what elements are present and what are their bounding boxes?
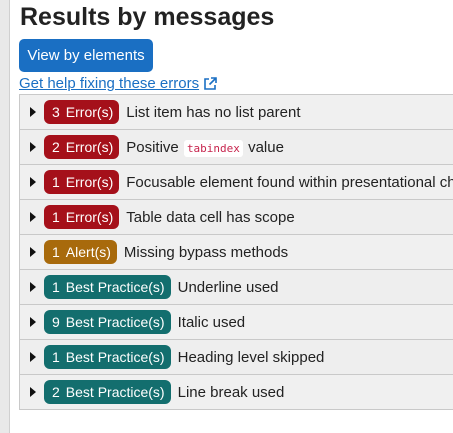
chevron-right-icon [30,317,36,327]
result-message: List item has no list parent [126,104,300,121]
result-row-heading-level-skipped[interactable]: 1 Best Practice(s) Heading level skipped [20,340,453,375]
message-text: Line break used [177,383,285,401]
badge-count: 1 [52,174,60,190]
result-row-positive-tabindex[interactable]: 2 Error(s) Positive tabindex value [20,130,453,165]
result-row-underline-used[interactable]: 1 Best Practice(s) Underline used [20,270,453,305]
external-link-icon [203,76,217,91]
badge-count: 2 [52,139,60,155]
help-link-label: Get help fixing these errors [19,75,200,92]
code-snippet: tabindex [183,139,243,157]
badge-count: 1 [52,349,60,365]
message-text: Table data cell has scope [126,208,295,226]
badge-count: 1 [52,209,60,225]
error-badge: 2 Error(s) [44,135,120,159]
badge-count: 3 [52,104,60,120]
badge-kind: Error(s) [65,139,114,155]
badge-kind: Best Practice(s) [65,279,165,295]
help-fixing-errors-link[interactable]: Get help fixing these errors [19,75,217,92]
result-row-list-item-no-parent[interactable]: 3 Error(s) List item has no list parent [20,95,453,130]
message-text-after: value [248,138,284,156]
page-title: Results by messages [20,3,275,31]
badge-kind: Error(s) [65,174,114,190]
chevron-right-icon [30,387,36,397]
best-practice-badge: 2 Best Practice(s) [44,380,171,404]
result-message: Line break used [178,384,285,401]
results-list: 3 Error(s) List item has no list parent 2… [19,94,453,410]
left-scroll-rail [0,0,10,433]
chevron-right-icon [30,107,36,117]
badge-count: 1 [52,279,60,295]
error-badge: 1 Error(s) [44,170,120,194]
result-message: Focusable element found within presentat… [126,174,453,191]
chevron-right-icon [30,247,36,257]
badge-kind: Alert(s) [65,244,111,260]
error-badge: 1 Error(s) [44,205,120,229]
message-text: List item has no list parent [126,103,301,121]
result-message: Positive tabindex value [126,138,284,157]
message-text: Positive [126,138,179,156]
message-text: Underline used [177,278,279,296]
error-badge: 3 Error(s) [44,100,120,124]
badge-kind: Error(s) [65,104,114,120]
message-text: Heading level skipped [177,348,325,366]
badge-kind: Best Practice(s) [65,314,165,330]
message-text: Italic used [177,313,246,331]
chevron-right-icon [30,177,36,187]
alert-badge: 1 Alert(s) [44,240,117,264]
best-practice-badge: 1 Best Practice(s) [44,345,171,369]
view-by-elements-button[interactable]: View by elements [19,39,153,72]
result-message: Underline used [178,279,279,296]
best-practice-badge: 9 Best Practice(s) [44,310,171,334]
result-message: Italic used [178,314,246,331]
badge-kind: Error(s) [65,209,114,225]
result-row-focusable-in-presentational[interactable]: 1 Error(s) Focusable element found within… [20,165,453,200]
result-row-table-cell-scope[interactable]: 1 Error(s) Table data cell has scope [20,200,453,235]
result-row-line-break-used[interactable]: 2 Best Practice(s) Line break used [20,375,453,410]
result-row-missing-bypass[interactable]: 1 Alert(s) Missing bypass methods [20,235,453,270]
result-row-italic-used[interactable]: 9 Best Practice(s) Italic used [20,305,453,340]
result-message: Missing bypass methods [124,244,288,261]
badge-kind: Best Practice(s) [65,349,165,365]
chevron-right-icon [30,212,36,222]
best-practice-badge: 1 Best Practice(s) [44,275,171,299]
badge-count: 2 [52,384,60,400]
message-text: Focusable element found within presentat… [126,173,453,191]
results-panel: Results by messages View by elements Get… [19,0,453,433]
result-message: Table data cell has scope [126,209,294,226]
message-text: Missing bypass methods [123,243,289,261]
chevron-right-icon [30,142,36,152]
chevron-right-icon [30,352,36,362]
chevron-right-icon [30,282,36,292]
result-message: Heading level skipped [178,349,325,366]
badge-count: 9 [52,314,60,330]
badge-count: 1 [52,244,60,260]
badge-kind: Best Practice(s) [65,384,165,400]
